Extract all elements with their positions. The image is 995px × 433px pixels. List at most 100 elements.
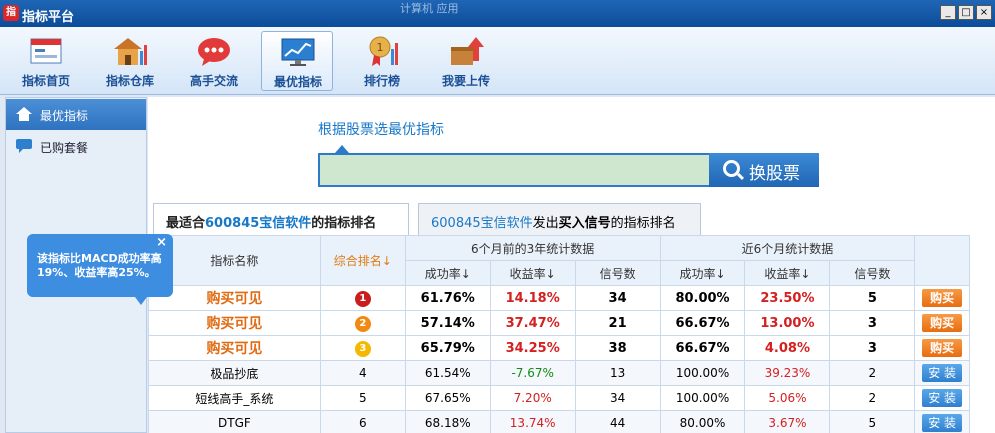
cell-signals-2: 3 xyxy=(829,335,916,361)
sidebar-item-best-indicator[interactable]: 最优指标 xyxy=(6,99,146,130)
toolbar-label: 指标仓库 xyxy=(105,74,154,88)
cell-signals-2: 5 xyxy=(829,285,916,311)
title-bar: 指 指标平台 计算机 应用 _ □ × xyxy=(0,0,995,27)
cell-signals-1: 38 xyxy=(574,335,661,361)
indicator-table-area: 指标名称 综合排名↓ 6个月前的3年统计数据 近6个月统计数据 成功率↓ 收益率… xyxy=(148,235,995,433)
cell-profit-rate-1: 7.20% xyxy=(489,385,576,411)
cell-profit-rate-2: 13.00% xyxy=(744,310,831,336)
cell-rank: 3 xyxy=(319,335,406,361)
toolbar-label: 排行榜 xyxy=(363,74,400,88)
cell-name: 购买可见 xyxy=(148,310,321,336)
buy-button[interactable]: 购买 xyxy=(922,289,963,307)
buy-button[interactable]: 购买 xyxy=(922,314,963,332)
medal-icon: 1 xyxy=(369,36,398,66)
tab-buy-signal-ranking[interactable]: 600845宝信软件发出买入信号的指标排名 xyxy=(418,203,701,235)
header-success-rate-2[interactable]: 成功率↓ xyxy=(659,260,746,286)
toolbar-label: 指标首页 xyxy=(21,74,70,88)
cell-name: 短线高手_系统 xyxy=(148,385,321,411)
cell-action: 购买 xyxy=(914,335,970,361)
header-name: 指标名称 xyxy=(148,235,321,286)
cell-success-rate-1: 65.79% xyxy=(404,335,491,361)
cell-profit-rate-1: 14.18% xyxy=(489,285,576,311)
toolbar-item-warehouse[interactable]: 指标仓库 xyxy=(94,31,166,91)
cell-action: 安 装 xyxy=(914,410,970,433)
cell-profit-rate-1: 37.47% xyxy=(489,310,576,336)
header-signals-1: 信号数 xyxy=(574,260,661,286)
cell-signals-1: 13 xyxy=(574,360,661,386)
toolbar-item-best-indicator[interactable]: 最优指标 xyxy=(261,31,333,91)
minimize-button[interactable]: _ xyxy=(940,5,956,20)
cell-success-rate-1: 61.76% xyxy=(404,285,491,311)
sidebar-item-label: 最优指标 xyxy=(40,109,89,123)
main-content: 根据股票选最优指标 换股票 最适合600845宝信软件的指标排名 600845宝… xyxy=(148,97,995,433)
sidebar-item-purchased[interactable]: 已购套餐 xyxy=(6,131,146,162)
rank-badge: 2 xyxy=(354,315,371,332)
header-profit-rate-1[interactable]: 收益率↓ xyxy=(489,260,576,286)
install-button[interactable]: 安 装 xyxy=(922,414,963,432)
title-center-text: 计算机 应用 xyxy=(400,2,459,15)
toolbar-item-upload[interactable]: 我要上传 xyxy=(430,31,502,91)
cell-profit-rate-1: 34.25% xyxy=(489,335,576,361)
table-row: DTGF 6 68.18% 13.74% 44 80.00% 3.67% 5 安 装 xyxy=(148,410,970,433)
search-icon xyxy=(723,160,740,177)
header-success-rate-1[interactable]: 成功率↓ xyxy=(404,260,491,286)
toolbar-item-chat[interactable]: 高手交流 xyxy=(178,31,250,91)
install-button[interactable]: 安 装 xyxy=(922,389,963,407)
indicator-ranking-table: 指标名称 综合排名↓ 6个月前的3年统计数据 近6个月统计数据 成功率↓ 收益率… xyxy=(148,235,970,433)
header-group-6mo: 近6个月统计数据 xyxy=(659,235,916,261)
cell-success-rate-1: 67.65% xyxy=(404,385,491,411)
cell-profit-rate-2: 4.08% xyxy=(744,335,831,361)
cell-signals-2: 3 xyxy=(829,310,916,336)
cell-success-rate-1: 61.54% xyxy=(404,360,491,386)
cell-signals-2: 2 xyxy=(829,385,916,411)
cell-signals-1: 21 xyxy=(574,310,661,336)
change-stock-label: 换股票 xyxy=(749,164,800,184)
cell-name: 极品抄底 xyxy=(148,360,321,386)
cell-profit-rate-2: 5.06% xyxy=(744,385,831,411)
cell-success-rate-2: 100.00% xyxy=(659,360,746,386)
tab-best-ranking[interactable]: 最适合600845宝信软件的指标排名 xyxy=(153,203,409,236)
chat-icon xyxy=(198,38,230,66)
cell-signals-1: 34 xyxy=(574,285,661,311)
cell-signals-2: 2 xyxy=(829,360,916,386)
cell-rank: 5 xyxy=(319,385,406,411)
table-row: 购买可见 1 61.76% 14.18% 34 80.00% 23.50% 5 购买 xyxy=(148,285,970,311)
message-icon xyxy=(16,139,32,153)
maximize-button[interactable]: □ xyxy=(958,5,974,20)
window-title: 指标平台 xyxy=(22,10,75,25)
cell-name: 购买可见 xyxy=(148,285,321,311)
chart-screen-icon xyxy=(281,38,315,66)
header-rank-sort[interactable]: 综合排名↓ xyxy=(319,235,406,286)
cell-success-rate-2: 80.00% xyxy=(659,410,746,433)
tooltip-tail xyxy=(135,297,147,305)
cell-success-rate-2: 80.00% xyxy=(659,285,746,311)
change-stock-button[interactable]: 换股票 xyxy=(709,153,819,187)
cell-rank: 1 xyxy=(319,285,406,311)
table-row: 短线高手_系统 5 67.65% 7.20% 34 100.00% 5.06% 2 安 装 xyxy=(148,385,970,411)
header-signals-2: 信号数 xyxy=(829,260,916,286)
cell-action: 安 装 xyxy=(914,385,970,411)
toolbar-item-ranking[interactable]: 1 排行榜 xyxy=(346,31,418,91)
cell-success-rate-1: 68.18% xyxy=(404,410,491,433)
rank-badge: 1 xyxy=(354,290,371,307)
home-page-icon xyxy=(30,38,62,64)
table-row: 购买可见 2 57.14% 37.47% 21 66.67% 13.00% 3 购买 xyxy=(148,310,970,336)
toolbar-item-home[interactable]: 指标首页 xyxy=(10,31,82,91)
cell-signals-1: 44 xyxy=(574,410,661,433)
upload-icon xyxy=(451,37,484,65)
stock-search-input[interactable] xyxy=(318,153,709,187)
install-button[interactable]: 安 装 xyxy=(922,364,963,382)
cell-signals-2: 5 xyxy=(829,410,916,433)
cell-name: DTGF xyxy=(148,410,321,433)
buy-button[interactable]: 购买 xyxy=(922,339,963,357)
cell-success-rate-2: 100.00% xyxy=(659,385,746,411)
tooltip-close-icon[interactable]: × xyxy=(156,236,167,250)
svg-text:1: 1 xyxy=(377,41,384,54)
tooltip-text: 该指标比MACD成功率高19%、收益率高25%。 xyxy=(37,252,162,279)
cell-profit-rate-2: 3.67% xyxy=(744,410,831,433)
close-button[interactable]: × xyxy=(976,5,992,20)
header-profit-rate-2[interactable]: 收益率↓ xyxy=(744,260,831,286)
cell-rank: 2 xyxy=(319,310,406,336)
toolbar-label: 我要上传 xyxy=(441,74,490,88)
table-row: 购买可见 3 65.79% 34.25% 38 66.67% 4.08% 3 购买 xyxy=(148,335,970,361)
